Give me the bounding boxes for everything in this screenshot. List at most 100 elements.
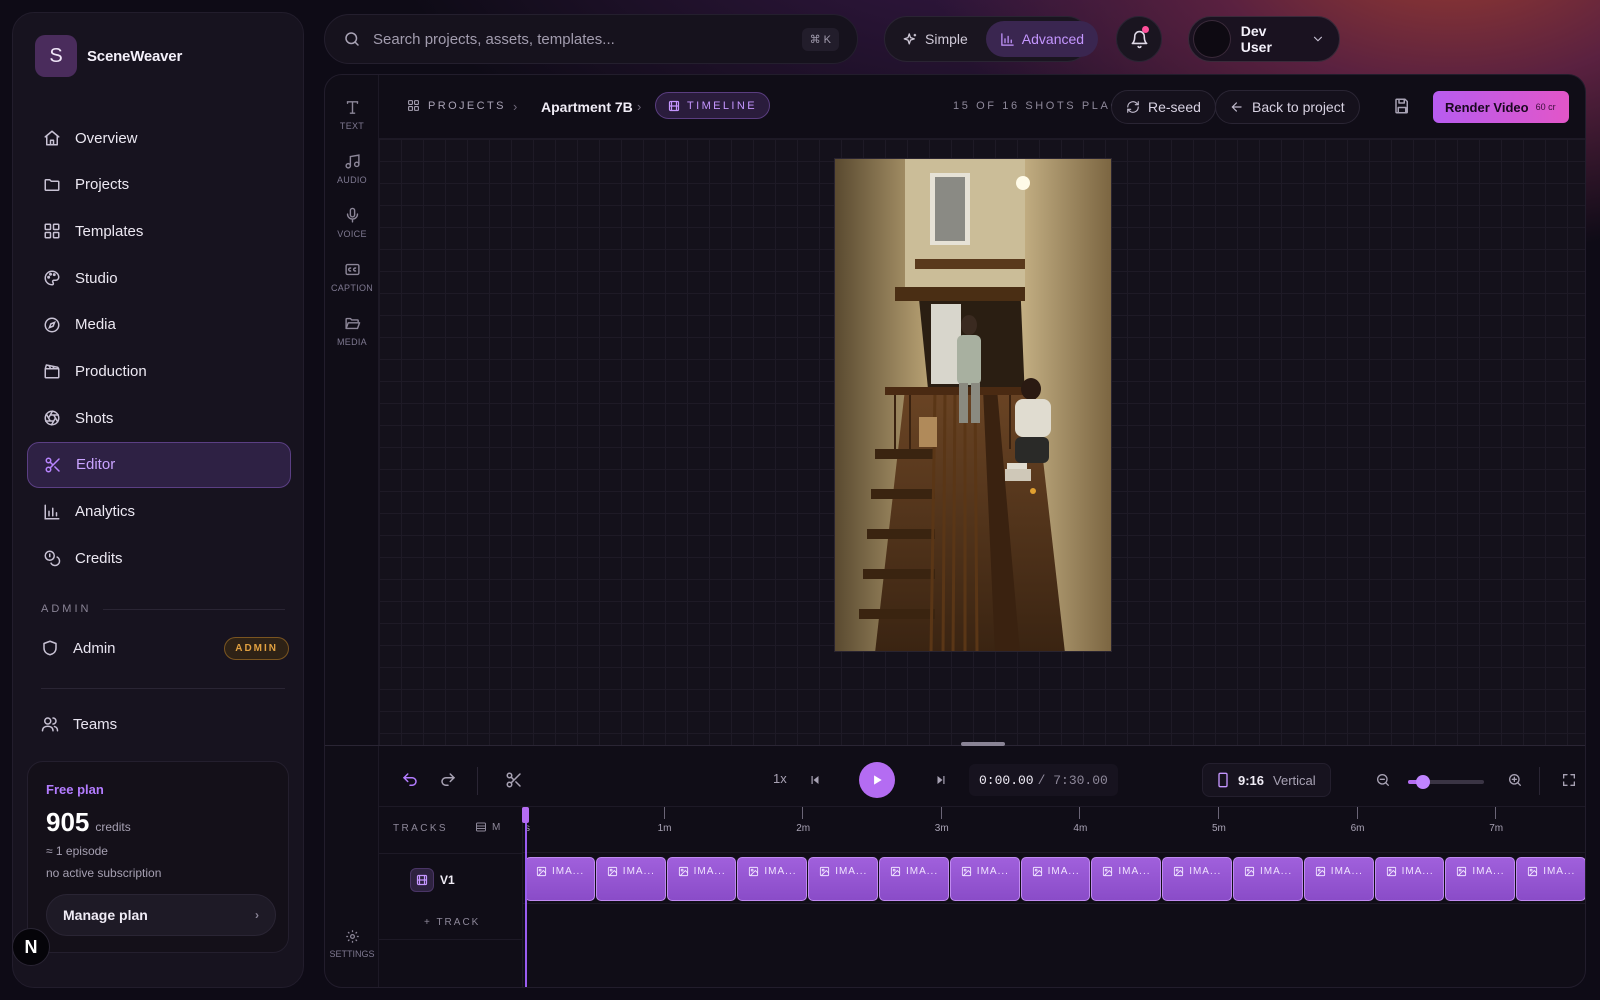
phone-icon [1217,772,1229,788]
sidebar-item-label: Production [75,362,147,380]
sidebar-item-projects[interactable]: Projects [27,162,291,208]
sidebar-item-credits[interactable]: Credits [27,535,291,581]
sidebar-item-media[interactable]: Media [27,302,291,348]
sidebar-item-studio[interactable]: Studio [27,255,291,301]
render-video-button[interactable]: Render Video 60 cr [1433,91,1569,123]
timeline-clip[interactable]: IMA... [1303,857,1374,901]
notifications-button[interactable] [1116,16,1162,62]
tool-label: SETTINGS [329,949,375,959]
film-icon [416,874,428,886]
sidebar-item-label: Editor [76,456,116,474]
split-divider [325,745,1585,746]
redo-icon[interactable] [439,771,457,789]
list-icon [475,821,487,833]
timeline-clip[interactable]: IMA... [1091,857,1162,901]
resize-handle[interactable] [961,742,1005,746]
timeline-clip[interactable]: IMA... [1233,857,1303,901]
timeline-clip[interactable]: IMA... [666,857,737,901]
breadcrumb-project[interactable]: Apartment 7B [541,99,633,115]
timeline-clip[interactable]: IMA... [949,857,1020,901]
tool-caption[interactable]: CAPTION [325,261,379,293]
scissors-icon[interactable] [505,771,523,789]
image-icon [819,866,830,877]
search-input[interactable] [373,30,790,48]
user-menu[interactable]: Dev User [1188,16,1340,62]
shortcut-hint: ⌘ K [801,27,839,51]
tool-audio[interactable]: AUDIO [325,153,379,185]
editor-panel: TEXT AUDIO VOICE CAPTION MEDIA SETTINGS … [324,74,1586,988]
timecode-display: 0:00.00 / 7:30.00 [969,764,1118,796]
back-to-project-button[interactable]: Back to project [1215,90,1360,124]
breadcrumb-projects[interactable]: PROJECTS [407,99,506,112]
sidebar-item-shots[interactable]: Shots [27,395,291,441]
clip-label: IMA... [552,866,585,877]
brand[interactable]: S SceneWeaver [35,35,182,77]
aspect-ratio-selector[interactable]: 9:16 Vertical [1202,763,1331,797]
manage-plan-button[interactable]: Manage plan › [46,894,276,936]
brand-name: SceneWeaver [87,47,183,65]
mode-advanced-button[interactable]: Advanced [985,21,1099,57]
timeline-clip[interactable]: IMA... [1162,857,1232,901]
save-icon[interactable] [1393,97,1411,115]
timeline-clip[interactable]: IMA... [808,857,878,901]
ruler-label: 1m [657,823,672,834]
timeline-clip[interactable]: IMA... [1516,857,1585,901]
track-row-v1[interactable]: V1 [379,853,523,903]
sidebar-item-admin[interactable]: Admin ADMIN [41,633,289,663]
image-icon [1102,866,1113,877]
sidebar-item-production[interactable]: Production [27,348,291,394]
divider [103,608,285,610]
search-bar[interactable]: ⌘ K [324,14,858,64]
sidebar-item-templates[interactable]: Templates [27,208,291,254]
timeline-clip[interactable]: IMA... [879,857,949,901]
ruler-label: 3m [934,823,949,834]
track-name: V1 [440,873,455,887]
refresh-icon [1126,100,1140,114]
tool-text[interactable]: TEXT [325,99,379,131]
sidebar-item-teams[interactable]: Teams [41,715,117,733]
undo-icon[interactable] [401,771,419,789]
playhead[interactable] [525,807,527,987]
tool-media[interactable]: MEDIA [325,315,379,347]
reseed-button[interactable]: Re-seed [1111,90,1216,124]
chevron-down-icon [1311,32,1325,46]
mute-toggle[interactable]: M [475,821,500,833]
clip-label: IMA... [1118,866,1151,877]
mode-simple-button[interactable]: Simple [889,21,982,57]
clip-label: IMA... [906,866,939,877]
timeline-clip[interactable]: IMA... [1020,857,1091,901]
timeline-clip[interactable]: IMA... [737,857,808,901]
zoom-slider-knob[interactable] [1416,775,1431,789]
time-ruler[interactable]: s 1m 2m 3m 4m 5m 6m 7m [523,807,1585,853]
timeline-clip[interactable]: IMA... [1445,857,1516,901]
tool-voice[interactable]: VOICE [325,207,379,239]
video-preview[interactable] [834,158,1112,652]
caption-icon [344,261,361,278]
timeline-clip[interactable]: IMA... [595,857,666,901]
timeline-clip[interactable]: IMA... [1374,857,1445,901]
transport-bar: 1x 0:00.00 / 7:30.00 9:16 Vertical [379,755,1585,807]
playhead-handle[interactable] [522,807,529,823]
tool-settings[interactable]: SETTINGS [325,929,379,959]
music-icon [344,153,361,170]
episodes-estimate: ≈ 1 episode [46,844,108,858]
clip-track: IMA... IMA... IMA... IMA... IMA... IMA... IMA.… [525,857,1585,901]
sidebar-item-overview[interactable]: Overview [27,115,291,161]
shield-icon [41,639,59,657]
dev-tools-badge[interactable]: N [12,928,50,966]
zoom-out-icon[interactable] [1375,771,1391,789]
sidebar-item-editor[interactable]: Editor [27,441,291,488]
skip-forward-icon[interactable] [935,771,947,789]
zoom-slider[interactable] [1408,775,1484,789]
skip-back-icon[interactable] [809,771,821,789]
clip-label: IMA... [835,866,868,877]
sidebar-item-analytics[interactable]: Analytics [27,489,291,535]
add-track-button[interactable]: + TRACK [424,917,480,928]
play-button[interactable] [859,762,895,798]
palette-icon [43,269,61,287]
sidebar-item-label: Overview [75,129,138,147]
fullscreen-icon[interactable] [1561,771,1577,789]
playback-speed[interactable]: 1x [773,771,787,786]
timeline-clip[interactable]: IMA... [525,857,595,901]
zoom-in-icon[interactable] [1507,771,1523,789]
